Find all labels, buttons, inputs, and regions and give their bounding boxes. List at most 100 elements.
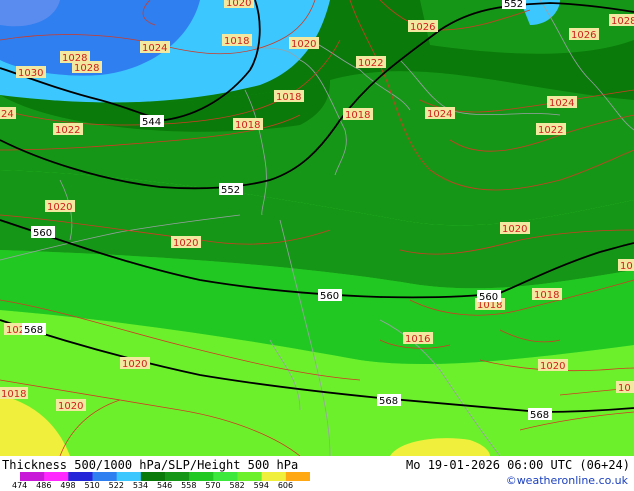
svg-text:1018: 1018 (1, 389, 26, 400)
slp-label: 1018 (233, 118, 263, 131)
slp-label: 1018 (532, 288, 562, 301)
slp-label: 1020 (538, 359, 568, 372)
colorbar-segment (68, 472, 93, 481)
svg-text:544: 544 (142, 117, 161, 128)
svg-text:560: 560 (479, 292, 498, 303)
height-label: 544 (140, 115, 164, 128)
svg-text:1028: 1028 (74, 63, 99, 74)
slp-label: 1018 (0, 387, 28, 400)
svg-text:568: 568 (379, 396, 398, 407)
colorbar-tick-label: 558 (181, 481, 197, 490)
product-title: Thickness 500/1000 hPa/SLP/Height 500 hP… (2, 458, 299, 472)
slp-label: 1020 (224, 0, 254, 9)
svg-text:560: 560 (320, 291, 339, 302)
colorbar-segment (92, 472, 118, 481)
height-label: 560 (477, 290, 501, 303)
colorbar-tick-label: 570 (205, 481, 221, 490)
weather-map: 1020 1028 1028 1030 1024 1018 1020 1026 … (0, 0, 634, 456)
colorbar-tick-label: 534 (132, 481, 149, 490)
slp-label: 1018 (274, 90, 304, 103)
height-label: 568 (528, 408, 552, 421)
slp-label: 1022 (536, 123, 566, 136)
svg-text:10: 10 (618, 383, 631, 394)
map-canvas: 1020 1028 1028 1030 1024 1018 1020 1026 … (0, 0, 634, 456)
colorbar-segment (237, 472, 263, 481)
colorbar-tick-label: 522 (108, 481, 124, 490)
colorbar-segment (213, 472, 238, 481)
svg-text:10: 10 (620, 261, 633, 272)
colorbar-tick-label: 486 (36, 481, 52, 490)
svg-text:1020: 1020 (173, 238, 198, 249)
svg-text:1020: 1020 (47, 202, 72, 213)
slp-label: 1026 (569, 28, 599, 41)
colorbar-tick-label: 594 (253, 481, 269, 490)
colorbar-tick-label: 510 (84, 481, 100, 490)
slp-label: 1020 (56, 399, 86, 412)
slp-label: 1022 (53, 123, 83, 136)
slp-label: 1020 (120, 357, 150, 370)
height-label: 560 (318, 289, 342, 302)
slp-label: 1024 (140, 41, 170, 54)
colorbar-tick-label: 582 (229, 481, 245, 490)
colorbar-segment (189, 472, 214, 481)
colorbar-tick-label: 474 (12, 481, 28, 490)
svg-text:1016: 1016 (405, 334, 430, 345)
slp-label: 1020 (171, 236, 201, 249)
svg-text:1030: 1030 (18, 68, 43, 79)
slp-label: 1022 (356, 56, 386, 69)
svg-text:1026: 1026 (571, 30, 596, 41)
slp-label: 1018 (222, 34, 252, 47)
svg-text:552: 552 (504, 0, 523, 10)
svg-text:1020: 1020 (226, 0, 251, 9)
colorbar-tick-label: 498 (60, 481, 76, 490)
thickness-colorbar (20, 472, 310, 481)
svg-text:1024: 1024 (142, 43, 167, 54)
svg-text:1018: 1018 (224, 36, 249, 47)
svg-text:1018: 1018 (235, 120, 260, 131)
colorbar-segment (285, 472, 310, 481)
slp-label: 1024 (425, 107, 455, 120)
svg-text:1024: 1024 (427, 109, 452, 120)
svg-text:552: 552 (221, 185, 240, 196)
colorbar-segment (116, 472, 142, 481)
svg-text:560: 560 (33, 228, 52, 239)
colorbar-segment (261, 472, 287, 481)
slp-label: 10 (616, 381, 634, 394)
valid-time: Mo 19-01-2026 06:00 UTC (06+24) (406, 458, 630, 472)
svg-text:1018: 1018 (276, 92, 301, 103)
colorbar-tick-label: 546 (157, 481, 173, 490)
slp-label: 1016 (403, 332, 433, 345)
svg-text:1022: 1022 (358, 58, 383, 69)
colorbar-segment (140, 472, 166, 481)
slp-label: 1026 (408, 20, 438, 33)
svg-text:1020: 1020 (122, 359, 147, 370)
height-label: 552 (502, 0, 526, 10)
height-label: 568 (377, 394, 401, 407)
svg-text:1024: 1024 (549, 98, 574, 109)
colorbar-tick-label: 606 (277, 481, 294, 490)
slp-label: 1028 (609, 14, 634, 27)
slp-label: 1020 (45, 200, 75, 213)
slp-label: 1020 (289, 37, 319, 50)
svg-text:24: 24 (1, 109, 14, 120)
svg-text:1020: 1020 (540, 361, 565, 372)
svg-text:1020: 1020 (58, 401, 83, 412)
colorbar-segment (165, 472, 190, 481)
slp-label: 1018 (343, 108, 373, 121)
colorbar-segment (20, 472, 45, 481)
height-label: 560 (31, 226, 55, 239)
svg-text:1022: 1022 (55, 125, 80, 136)
slp-label: 1030 (16, 66, 46, 79)
svg-text:568: 568 (530, 410, 549, 421)
height-label: 568 (22, 323, 46, 336)
svg-text:1022: 1022 (538, 125, 563, 136)
colorbar-segment (44, 472, 69, 481)
slp-label: 1024 (547, 96, 577, 109)
svg-text:1028: 1028 (611, 16, 634, 27)
map-footer: Thickness 500/1000 hPa/SLP/Height 500 hP… (0, 456, 634, 490)
credit-link[interactable]: ©weatheronline.co.uk (506, 474, 628, 487)
svg-text:1020: 1020 (291, 39, 316, 50)
slp-label: 1028 (72, 61, 102, 74)
slp-label: 10 (618, 259, 634, 272)
slp-label: 1020 (500, 222, 530, 235)
